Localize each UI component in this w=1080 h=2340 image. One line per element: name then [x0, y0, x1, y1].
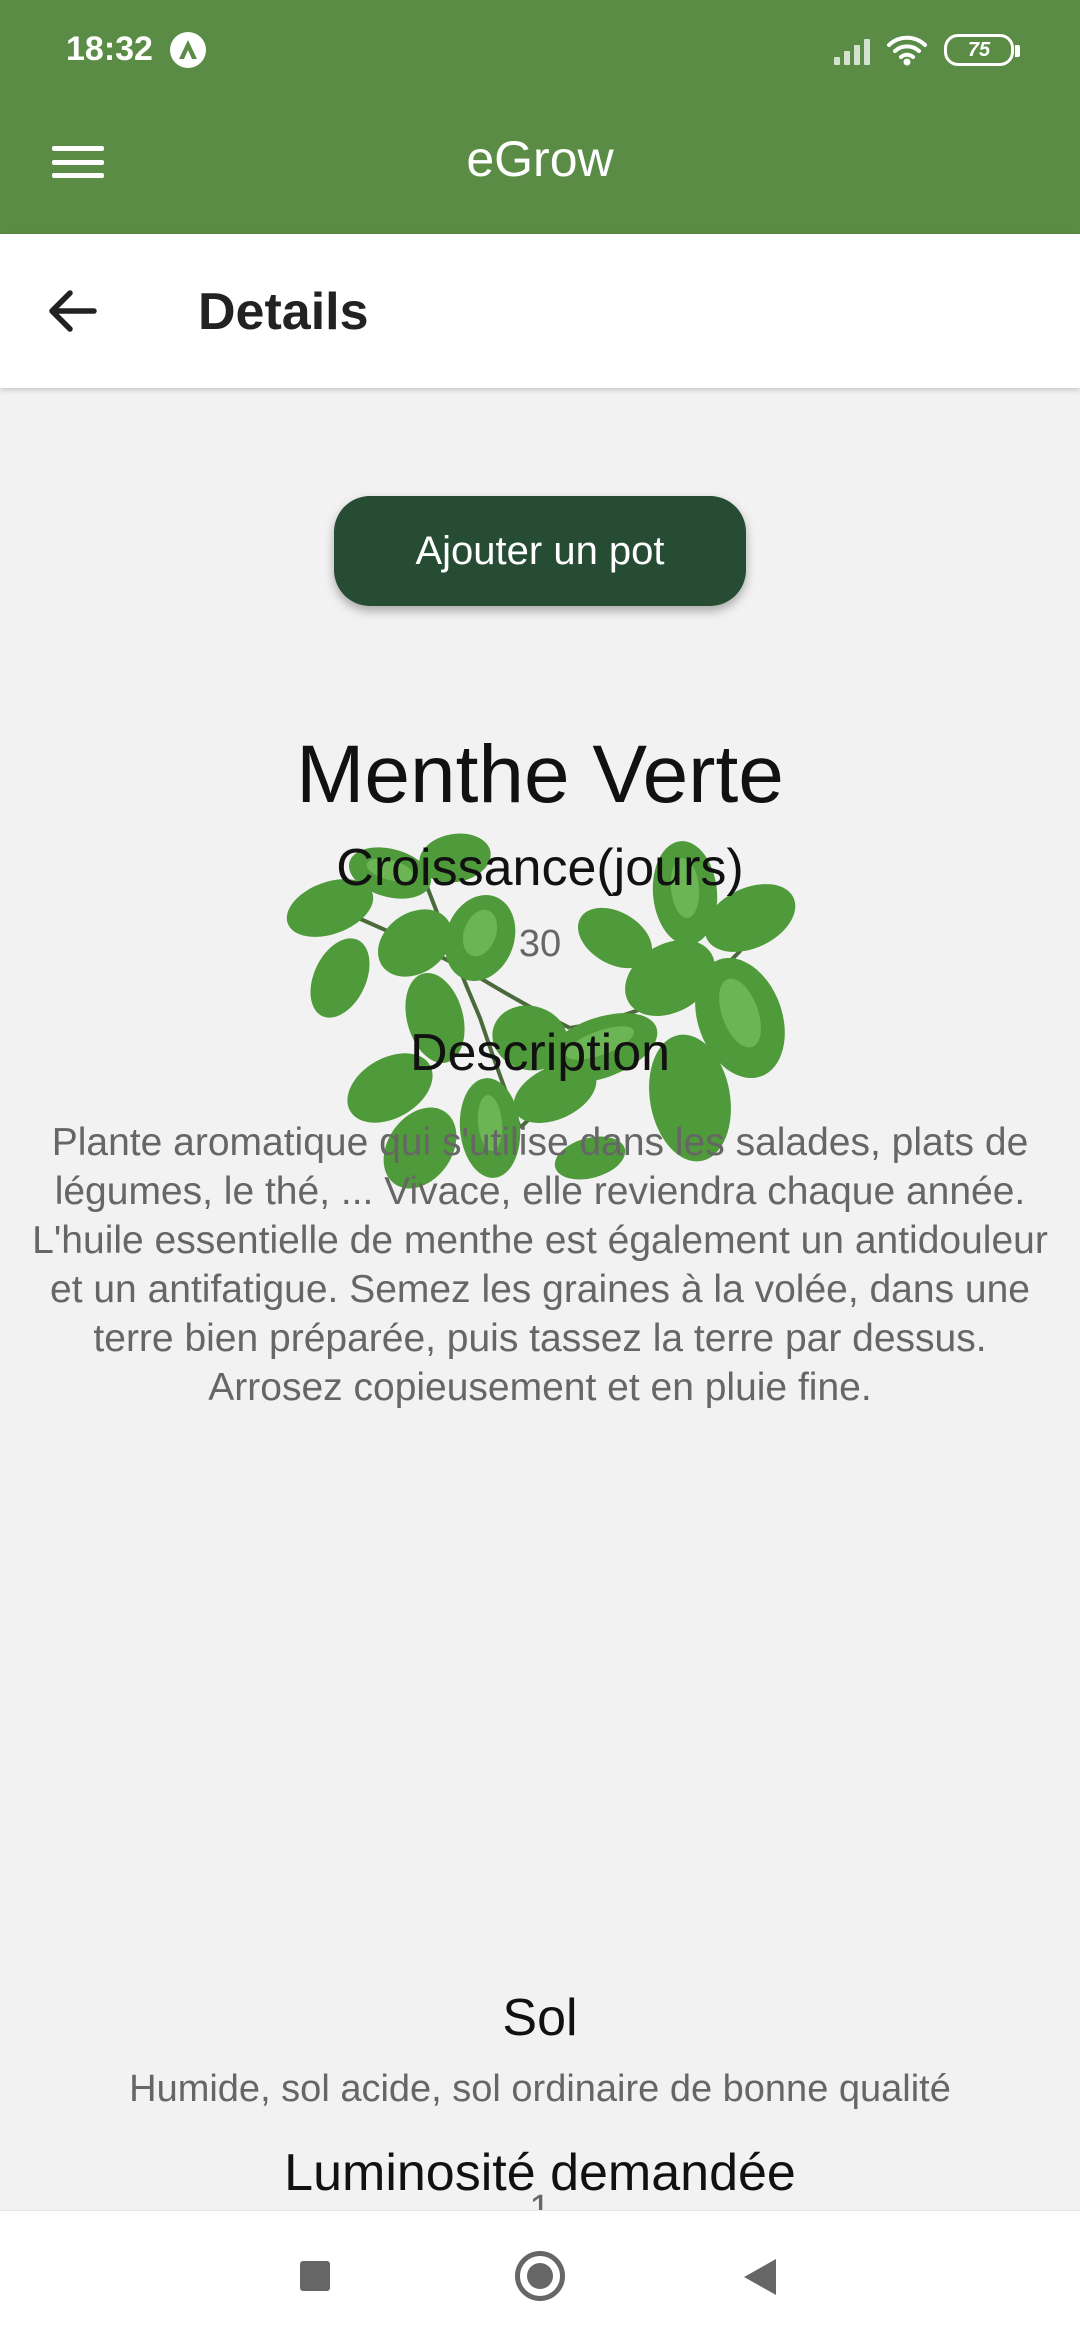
details-header: Details — [0, 234, 1080, 388]
recent-apps-icon[interactable] — [300, 2261, 330, 2291]
home-icon[interactable] — [515, 2251, 565, 2301]
status-bar: 18:32 75 — [0, 0, 1080, 100]
growth-label: Croissance(jours) — [336, 839, 744, 897]
status-time: 18:32 — [66, 30, 153, 68]
description-label: Description — [409, 1024, 671, 1082]
status-icons: 75 — [834, 30, 1020, 70]
battery-level: 75 — [967, 38, 991, 61]
page-title: Details — [198, 283, 369, 341]
app-header: 18:32 75 eGrow — [0, 0, 1080, 234]
back-triangle-icon[interactable] — [744, 2259, 776, 2295]
battery-icon: 75 — [944, 34, 1020, 66]
app-notification-icon — [170, 32, 206, 68]
system-nav-bar — [0, 2210, 1080, 2340]
plant-details: Ajouter un pot Menthe Verte Croissance(j… — [0, 388, 1080, 2210]
soil-value: Humide, sol acide, sol ordinaire de bonn… — [129, 2068, 951, 2110]
wifi-icon — [887, 35, 927, 66]
arrow-left-icon[interactable] — [44, 282, 102, 340]
soil-label: Sol — [502, 1989, 578, 2047]
app-title: eGrow — [466, 131, 614, 187]
signal-icon — [834, 35, 870, 65]
growth-value: 30 — [518, 923, 562, 965]
light-value: 1 — [529, 2188, 551, 2210]
toolbar: eGrow — [0, 100, 1080, 234]
add-pot-button[interactable]: Ajouter un pot — [334, 496, 746, 606]
description-text: Plante aromatique qui s'utilise dans les… — [32, 1121, 1048, 1409]
plant-name: Menthe Verte — [296, 729, 784, 820]
